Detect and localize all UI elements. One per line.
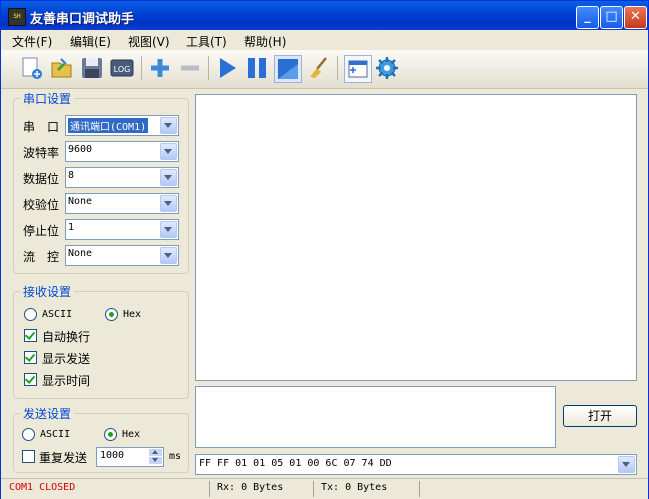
toolbar-separator bbox=[141, 56, 142, 80]
settings-gear-icon[interactable] bbox=[374, 55, 400, 81]
baud-rate-value: 9600 bbox=[68, 144, 93, 155]
rx-count: Rx: 0 Bytes bbox=[217, 482, 284, 493]
receive-hex-label: Hex bbox=[123, 309, 142, 320]
toolbar-separator bbox=[337, 56, 338, 80]
clear-broom-icon[interactable] bbox=[306, 55, 332, 81]
show-sent-label: 显示发送 bbox=[42, 352, 91, 366]
chevron-down-icon[interactable] bbox=[618, 456, 635, 473]
chevron-down-icon[interactable] bbox=[160, 221, 177, 238]
log-icon[interactable]: LOG bbox=[109, 55, 135, 81]
flow-control-select[interactable]: None bbox=[65, 245, 179, 266]
tx-count: Tx: 0 Bytes bbox=[321, 482, 388, 493]
data-bits-select[interactable]: 8 bbox=[65, 167, 179, 188]
chevron-down-icon[interactable] bbox=[160, 143, 177, 160]
spinner-up-icon[interactable] bbox=[149, 449, 162, 456]
port-select[interactable]: 通讯端口(COM1) bbox=[65, 115, 179, 136]
flow-control-label: 流 控 bbox=[23, 250, 60, 264]
app-icon: SH bbox=[8, 8, 26, 26]
baud-rate-label: 波特率 bbox=[23, 146, 60, 160]
stop-bits-label: 停止位 bbox=[23, 224, 60, 238]
menu-view[interactable]: 视图(V) bbox=[128, 33, 170, 50]
show-time-label: 显示时间 bbox=[42, 374, 91, 388]
status-divider bbox=[313, 481, 314, 497]
toolbar-separator bbox=[208, 56, 209, 80]
receive-ascii-label: ASCII bbox=[42, 309, 73, 320]
auto-wrap-checkbox[interactable] bbox=[24, 329, 37, 342]
new-icon[interactable] bbox=[19, 55, 45, 81]
open-port-button[interactable]: 打开 bbox=[563, 405, 637, 427]
port-label: 串 口 bbox=[23, 120, 60, 134]
send-ascii-label: ASCII bbox=[40, 429, 71, 440]
maximize-button[interactable]: □ bbox=[600, 6, 623, 29]
spinner-down-icon[interactable] bbox=[149, 457, 162, 464]
parity-value: None bbox=[68, 196, 93, 207]
send-settings-title: 发送设置 bbox=[23, 407, 72, 421]
chevron-down-icon[interactable] bbox=[160, 117, 177, 134]
receive-ascii-radio[interactable] bbox=[24, 308, 37, 321]
minimize-button[interactable]: _ bbox=[576, 6, 599, 29]
title-bar[interactable]: SH 友善串口调试助手 _ □ ✕ bbox=[1, 1, 648, 30]
data-bits-value: 8 bbox=[68, 170, 75, 181]
show-sent-checkbox[interactable] bbox=[24, 351, 37, 364]
chevron-down-icon[interactable] bbox=[160, 247, 177, 264]
baud-rate-select[interactable]: 9600 bbox=[65, 141, 179, 162]
send-history-value: FF FF 01 01 05 01 00 6C 07 74 DD bbox=[199, 458, 392, 469]
receive-settings-group: 接收设置 bbox=[13, 283, 189, 399]
menu-file[interactable]: 文件(F) bbox=[12, 33, 52, 50]
repeat-send-checkbox[interactable] bbox=[22, 450, 35, 463]
port-value: 通讯端口(COM1) bbox=[68, 118, 149, 133]
repeat-send-label: 重复发送 bbox=[39, 451, 88, 465]
menu-bar: 文件(F) 编辑(E) 视图(V) 工具(T) 帮助(H) bbox=[1, 30, 648, 50]
show-time-checkbox[interactable] bbox=[24, 373, 37, 386]
send-hex-radio[interactable] bbox=[104, 428, 117, 441]
save-icon[interactable] bbox=[79, 55, 105, 81]
data-bits-label: 数据位 bbox=[23, 172, 60, 186]
send-history-select[interactable]: FF FF 01 01 05 01 00 6C 07 74 DD bbox=[195, 454, 637, 475]
menu-edit[interactable]: 编辑(E) bbox=[70, 33, 111, 50]
port-status: COM1 CLOSED bbox=[9, 482, 76, 493]
close-button[interactable]: ✕ bbox=[624, 6, 647, 29]
receive-text-area[interactable] bbox=[195, 94, 637, 381]
parity-label: 校验位 bbox=[23, 198, 60, 212]
send-hex-label: Hex bbox=[122, 429, 141, 440]
window-icon[interactable] bbox=[274, 55, 302, 83]
auto-wrap-label: 自动换行 bbox=[42, 330, 91, 344]
repeat-interval-value: 1000 bbox=[100, 450, 125, 461]
status-divider bbox=[209, 481, 210, 497]
remove-icon[interactable] bbox=[177, 55, 203, 81]
window-title: 友善串口调试助手 bbox=[30, 12, 135, 27]
status-divider bbox=[419, 481, 420, 497]
receive-settings-title: 接收设置 bbox=[23, 285, 72, 299]
receive-hex-radio[interactable] bbox=[105, 308, 118, 321]
log-icon-text: LOG bbox=[114, 65, 131, 74]
send-ascii-radio[interactable] bbox=[22, 428, 35, 441]
send-history-dropdown[interactable] bbox=[617, 455, 636, 474]
menu-tools[interactable]: 工具(T) bbox=[186, 33, 227, 50]
send-text-area[interactable] bbox=[195, 386, 556, 448]
flow-control-value: None bbox=[68, 248, 93, 259]
stop-bits-select[interactable]: 1 bbox=[65, 219, 179, 240]
pause-icon[interactable] bbox=[244, 55, 270, 81]
layout-icon[interactable] bbox=[344, 55, 372, 83]
play-icon[interactable] bbox=[214, 55, 240, 81]
interval-unit: ms bbox=[169, 451, 182, 462]
repeat-interval-spinner[interactable]: 1000 bbox=[96, 447, 164, 467]
menu-help[interactable]: 帮助(H) bbox=[244, 33, 286, 50]
toolbar: LOG bbox=[1, 50, 648, 89]
app-window: SH 友善串口调试助手 _ □ ✕ 文件(F) 编辑(E) 视图(V) 工具(T… bbox=[0, 0, 649, 499]
open-icon[interactable] bbox=[49, 55, 75, 81]
status-bar: COM1 CLOSED Rx: 0 Bytes Tx: 0 Bytes bbox=[1, 478, 648, 499]
stop-bits-value: 1 bbox=[68, 222, 75, 233]
add-icon[interactable] bbox=[147, 55, 173, 81]
chevron-down-icon[interactable] bbox=[160, 169, 177, 186]
serial-settings-title: 串口设置 bbox=[23, 92, 72, 106]
parity-select[interactable]: None bbox=[65, 193, 179, 214]
chevron-down-icon[interactable] bbox=[160, 195, 177, 212]
